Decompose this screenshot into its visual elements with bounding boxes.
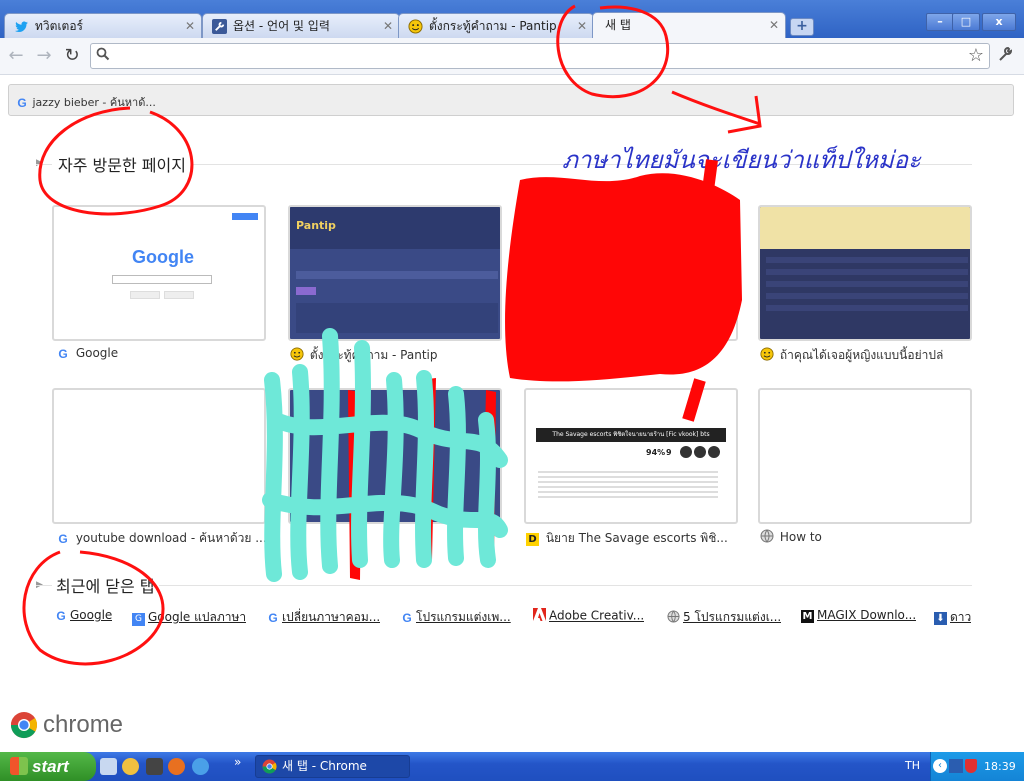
taskbar-chrome-window[interactable]: 새 탭 - Chrome bbox=[255, 755, 410, 778]
language-indicator[interactable]: TH bbox=[905, 759, 920, 772]
start-label: start bbox=[32, 757, 69, 776]
taskbar: start » 새 탭 - Chrome TH ‹ 18:39 bbox=[0, 752, 1024, 781]
red-circle-annotation bbox=[22, 550, 165, 666]
red-arrow-annotation bbox=[671, 90, 762, 134]
show-desktop-icon[interactable] bbox=[100, 758, 117, 775]
internet-explorer-icon[interactable] bbox=[192, 758, 209, 775]
taskbar-window-label: 새 탭 - Chrome bbox=[282, 759, 367, 773]
cyan-scribble-annotation bbox=[262, 328, 508, 582]
user-annotations bbox=[22, 4, 762, 666]
red-circle-annotation bbox=[556, 4, 670, 99]
start-button[interactable]: start bbox=[0, 752, 96, 781]
quicklaunch-app-icon[interactable] bbox=[122, 758, 139, 775]
windows-flag-icon bbox=[10, 757, 28, 775]
chevron-icon[interactable]: » bbox=[234, 755, 241, 769]
security-shield-icon[interactable] bbox=[965, 759, 977, 773]
tray-expand-icon[interactable]: ‹ bbox=[933, 759, 947, 773]
clock: 18:39 bbox=[984, 760, 1016, 773]
firefox-icon[interactable] bbox=[168, 758, 185, 775]
red-circle-annotation bbox=[38, 106, 194, 216]
network-icon[interactable] bbox=[949, 759, 963, 773]
chrome-icon bbox=[262, 759, 277, 774]
quicklaunch-app-icon[interactable] bbox=[146, 758, 163, 775]
